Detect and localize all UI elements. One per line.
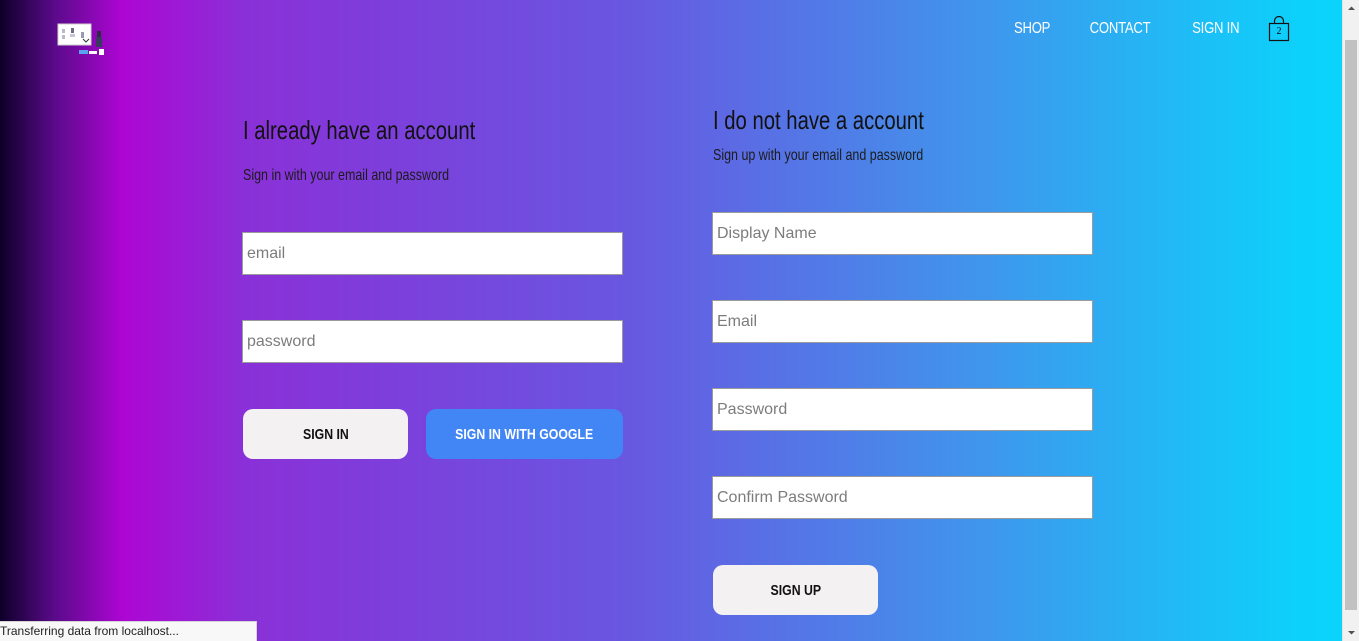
display-name-input[interactable]: [712, 212, 1093, 255]
sign-in-button[interactable]: SIGN IN: [243, 409, 408, 459]
confirm-password-input[interactable]: [712, 476, 1093, 519]
sign-up-subtitle: Sign up with your email and password: [713, 147, 924, 164]
nav-link-contact[interactable]: CONTACT: [1090, 20, 1151, 38]
vertical-scrollbar[interactable]: [1342, 0, 1359, 641]
sign-up-button-label: SIGN UP: [770, 581, 821, 599]
logo-image: [57, 23, 104, 55]
sign-in-with-google-button[interactable]: SIGN IN WITH GOOGLE: [426, 409, 623, 459]
nav-link-shop[interactable]: SHOP: [1014, 20, 1050, 38]
page: SHOP CONTACT SIGN IN 2 I already have an…: [0, 0, 1342, 641]
sign-in-email-input[interactable]: [242, 232, 623, 275]
sign-up-title: I do not have a account: [713, 105, 924, 135]
browser-status-bar: Transferring data from localhost...: [0, 621, 257, 641]
sign-in-with-google-label: SIGN IN WITH GOOGLE: [455, 425, 594, 443]
sign-up-email-input[interactable]: [712, 300, 1093, 343]
sign-up-password-input[interactable]: [712, 388, 1093, 431]
logo[interactable]: [57, 23, 107, 59]
nav-link-sign-in[interactable]: SIGN IN: [1192, 20, 1239, 38]
top-nav: SHOP CONTACT SIGN IN 2: [981, 15, 1290, 42]
cart-count-badge: 2: [1276, 26, 1282, 37]
scroll-down-arrow-icon[interactable]: [1343, 624, 1359, 641]
sign-in-password-input[interactable]: [242, 320, 623, 363]
sign-in-button-label: SIGN IN: [302, 425, 349, 443]
sign-in-title: I already have an account: [243, 115, 476, 145]
scroll-up-arrow-icon[interactable]: [1343, 0, 1359, 17]
scrollbar-thumb[interactable]: [1345, 40, 1357, 610]
sign-up-button[interactable]: SIGN UP: [713, 565, 878, 615]
sign-in-subtitle: Sign in with your email and password: [243, 167, 450, 184]
cart-button[interactable]: 2: [1268, 15, 1290, 42]
